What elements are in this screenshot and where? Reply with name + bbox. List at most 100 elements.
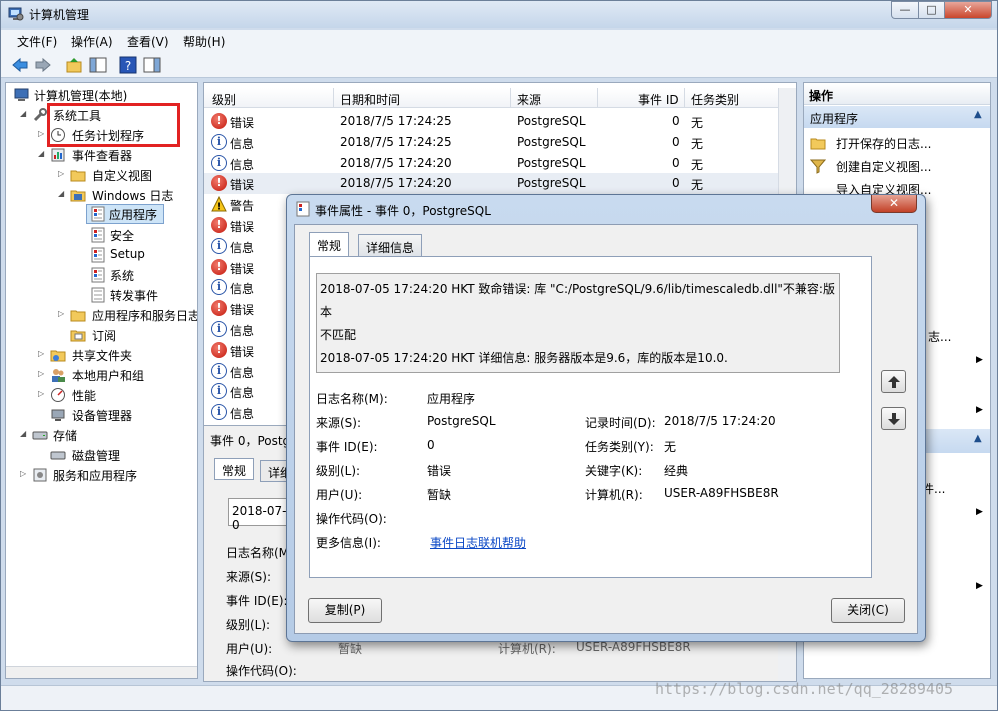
collapsed-arrow-icon[interactable]: ▷ — [38, 349, 46, 359]
event-list-header: 级别 日期和时间 来源 事件 ID 任务类别 — [204, 88, 779, 108]
previous-event-button[interactable] — [881, 370, 906, 393]
event-row[interactable]: ! 错误 2018/7/5 17:24:20 PostgreSQL 0 无 — [204, 173, 779, 195]
col-source[interactable]: 来源 — [517, 91, 541, 108]
show-hide-tree-icon[interactable] — [89, 56, 107, 74]
collapsed-arrow-icon[interactable]: ▷ — [58, 309, 66, 319]
level-value: 错误 — [427, 464, 452, 478]
computer-label: 计算机(R): — [585, 488, 643, 502]
forward-arrow-icon[interactable] — [34, 56, 52, 74]
event-source: PostgreSQL — [517, 134, 586, 149]
collapsed-arrow-icon[interactable]: ▷ — [38, 369, 46, 379]
tree-label: 应用程序和服务日志 — [92, 309, 198, 323]
action-create-custom-view[interactable]: 创建自定义视图... — [836, 158, 931, 175]
detail-label: 事件 ID(E): — [226, 594, 288, 608]
close-dialog-button[interactable]: 关闭(C) — [831, 598, 905, 623]
expanded-arrow-icon[interactable]: ◢ — [58, 189, 66, 199]
collapsed-arrow-icon[interactable]: ▷ — [38, 129, 46, 139]
detail-computer-label: 计算机(R): — [498, 642, 556, 656]
close-button[interactable]: ✕ — [944, 1, 992, 19]
event-message-box[interactable]: 2018-07-05 17:24:20 HKT 致命错误: 库 "C:/Post… — [316, 273, 840, 373]
event-level: 信息 — [230, 365, 255, 380]
tree-label: 服务和应用程序 — [53, 469, 138, 483]
event-datetime: 2018/7/5 17:24:25 — [340, 134, 452, 149]
event-log-online-help-link[interactable]: 事件日志联机帮助 — [430, 534, 526, 551]
menu-action[interactable]: 操作(A) — [71, 33, 113, 50]
arrow-up-icon — [887, 376, 900, 388]
minimize-button[interactable]: — — [891, 1, 919, 19]
tree-horizontal-scrollbar[interactable] — [6, 666, 197, 678]
expanded-arrow-icon[interactable]: ◢ — [20, 109, 28, 119]
submenu-arrow-icon[interactable]: ▶ — [976, 507, 983, 517]
help-icon[interactable]: ? — [119, 56, 137, 74]
submenu-arrow-icon[interactable]: ▶ — [976, 355, 983, 365]
col-datetime[interactable]: 日期和时间 — [340, 91, 400, 108]
copy-button[interactable]: 复制(P) — [308, 598, 382, 623]
event-level: 信息 — [230, 407, 255, 422]
detail-tab-general[interactable]: 常规 — [214, 458, 255, 480]
expanded-arrow-icon[interactable]: ◢ — [38, 149, 46, 159]
event-row[interactable]: i 信息 2018/7/5 17:24:20 PostgreSQL 0 无 — [204, 153, 779, 174]
next-event-button[interactable] — [881, 407, 906, 430]
maximize-button[interactable]: □ — [918, 1, 945, 19]
event-task-category: 无 — [691, 178, 704, 193]
tree-node-application[interactable]: 应用程序 — [86, 204, 164, 224]
event-properties-dialog: 事件属性 - 事件 0，PostgreSQL ✕ 常规 详细信息 2018-07… — [286, 194, 926, 642]
menu-file[interactable]: 文件(F) — [17, 33, 57, 50]
info-icon: i — [211, 404, 227, 421]
info-icon: i — [211, 237, 227, 254]
menu-help[interactable]: 帮助(H) — [183, 33, 225, 50]
menu-view[interactable]: 查看(V) — [127, 33, 169, 50]
submenu-arrow-icon[interactable]: ▶ — [976, 405, 983, 415]
collapse-arrow-icon[interactable]: ▲ — [974, 109, 982, 120]
collapsed-arrow-icon[interactable]: ▷ — [38, 389, 46, 399]
storage-icon — [32, 431, 48, 440]
dialog-tab-general[interactable]: 常规 — [309, 232, 350, 257]
collapsed-arrow-icon[interactable]: ▷ — [58, 169, 66, 179]
event-level: 错误 — [230, 303, 255, 318]
error-icon: ! — [211, 300, 227, 317]
dialog-close-button[interactable]: ✕ — [871, 195, 917, 213]
dialog-title: 事件属性 - 事件 0，PostgreSQL — [315, 204, 491, 218]
folder-open-icon — [70, 190, 86, 202]
event-row[interactable]: ! 错误 2018/7/5 17:24:25 PostgreSQL 0 无 — [204, 111, 779, 132]
detail-label: 用户(U): — [226, 642, 273, 656]
log-icon — [91, 247, 105, 263]
event-level: 错误 — [230, 261, 255, 276]
event-source: PostgreSQL — [517, 155, 586, 170]
tree-label: 转发事件 — [110, 289, 159, 303]
watermark: https://blog.csdn.net/qq_28289405 — [655, 680, 954, 698]
dialog-tab-details[interactable]: 详细信息 — [358, 234, 423, 257]
show-hide-action-pane-icon[interactable] — [143, 56, 161, 74]
tree-label: 订阅 — [92, 329, 117, 343]
toolbar: ? — [1, 52, 997, 78]
col-level[interactable]: 级别 — [212, 91, 236, 108]
event-task-category: 无 — [691, 157, 704, 172]
tree-label: 安全 — [110, 229, 135, 243]
subscription-icon — [70, 330, 86, 342]
col-event-id[interactable]: 事件 ID — [638, 91, 679, 108]
event-row[interactable]: i 信息 2018/7/5 17:24:25 PostgreSQL 0 无 — [204, 132, 779, 153]
col-task-category[interactable]: 任务类别 — [691, 91, 739, 108]
event-datetime: 2018/7/5 17:24:20 — [340, 176, 452, 191]
info-icon: i — [211, 133, 227, 150]
tree-label: 磁盘管理 — [72, 449, 121, 463]
detail-label: 来源(S): — [226, 570, 272, 584]
back-arrow-icon[interactable] — [11, 56, 29, 74]
action-open-saved-log[interactable]: 打开保存的日志... — [836, 135, 931, 152]
arrow-down-icon — [887, 413, 900, 425]
log-icon — [91, 206, 105, 222]
event-level: 错误 — [230, 344, 255, 359]
computer-icon — [14, 88, 29, 101]
up-folder-icon[interactable] — [65, 56, 83, 74]
collapse-arrow-icon[interactable]: ▲ — [974, 433, 982, 444]
info-icon: i — [211, 279, 227, 296]
actions-section-application[interactable]: 应用程序 ▲ — [804, 106, 990, 128]
expanded-arrow-icon[interactable]: ◢ — [20, 429, 28, 439]
tree-label: 性能 — [72, 389, 97, 403]
open-log-icon — [810, 138, 826, 150]
logged-label: 记录时间(D): — [585, 416, 656, 430]
collapsed-arrow-icon[interactable]: ▷ — [20, 469, 28, 479]
submenu-arrow-icon[interactable]: ▶ — [976, 581, 983, 591]
detail-label: 日志名称(M — [226, 546, 290, 560]
task-category-value: 无 — [664, 440, 677, 454]
